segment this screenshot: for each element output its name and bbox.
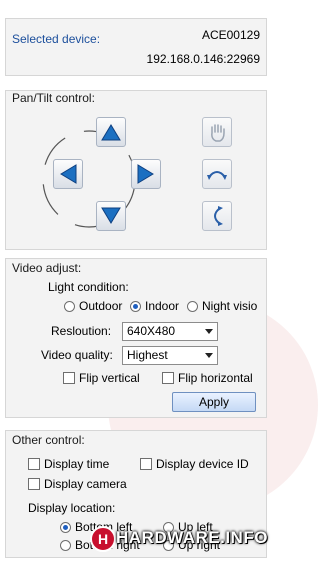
up-arrow-icon [101,124,121,141]
video-quality-value: Highest [127,348,168,362]
video-adjust-panel: Video adjust: Light condition: Outdoor I… [5,258,267,418]
location-bottom-left-radio[interactable] [60,522,71,533]
other-control-title: Other control: [12,433,85,447]
pantilt-panel: Pan/Tilt control: [5,90,267,250]
rotate-horizontal-icon [207,171,227,180]
display-location-label: Display location: [28,501,116,515]
pan-right-button[interactable] [131,159,161,189]
rotate-vertical-icon [214,206,223,226]
right-arrow-icon [137,164,154,184]
resolution-select[interactable]: 640X480 [122,322,218,341]
chevron-down-icon [205,353,213,358]
display-time-checkbox[interactable] [28,458,40,470]
watermark-text: HARDWARE.INFO [116,528,268,547]
flip-vertical-checkbox[interactable] [63,372,75,384]
light-indoor-label: Indoor [145,299,180,313]
rotate-horizontal-button[interactable] [202,159,232,189]
light-outdoor-radio[interactable] [64,301,75,312]
hardware-info-watermark: H HARDWARE.INFO [90,526,268,552]
selected-device-panel: Selected device: ACE00129 192.168.0.146:… [5,18,267,76]
flip-horizontal-checkbox[interactable] [162,372,174,384]
location-bottom-right-radio[interactable] [60,540,71,551]
watermark-logo-badge: H [90,526,116,552]
light-night-label: Night visio [202,299,258,313]
resolution-value: 640X480 [127,324,176,338]
hand-icon [211,124,225,142]
display-device-id-label: Display device ID [156,457,249,471]
resolution-label: Resloution: [51,324,112,338]
video-quality-select[interactable]: Highest [122,346,218,365]
video-adjust-title: Video adjust: [12,261,82,275]
device-address: 192.168.0.146:22969 [146,52,260,66]
direction-ring [42,130,136,228]
pan-down-button[interactable] [96,201,126,231]
down-arrow-icon [101,207,121,224]
pan-up-button[interactable] [96,117,126,147]
hand-button[interactable] [202,117,232,147]
apply-button[interactable]: Apply [172,392,256,412]
chevron-down-icon [205,329,213,334]
display-camera-label: Display camera [44,477,127,491]
selected-device-label: Selected device: [12,32,101,46]
device-id: ACE00129 [201,28,260,42]
flip-horizontal-label: Flip horizontal [178,371,253,385]
flip-vertical-label: Flip vertical [79,371,140,385]
pan-left-button[interactable] [53,159,83,189]
light-outdoor-label: Outdoor [79,299,123,313]
light-indoor-radio[interactable] [130,301,141,312]
rotate-vertical-button[interactable] [202,201,232,231]
pantilt-title: Pan/Tilt control: [12,91,95,105]
light-night-radio[interactable] [187,301,198,312]
display-device-id-checkbox[interactable] [140,458,152,470]
display-time-label: Display time [44,457,110,471]
left-arrow-icon [60,164,77,184]
display-camera-checkbox[interactable] [28,478,40,490]
video-quality-label: Video quality: [41,348,113,362]
light-condition-label: Light condition: [48,280,129,294]
